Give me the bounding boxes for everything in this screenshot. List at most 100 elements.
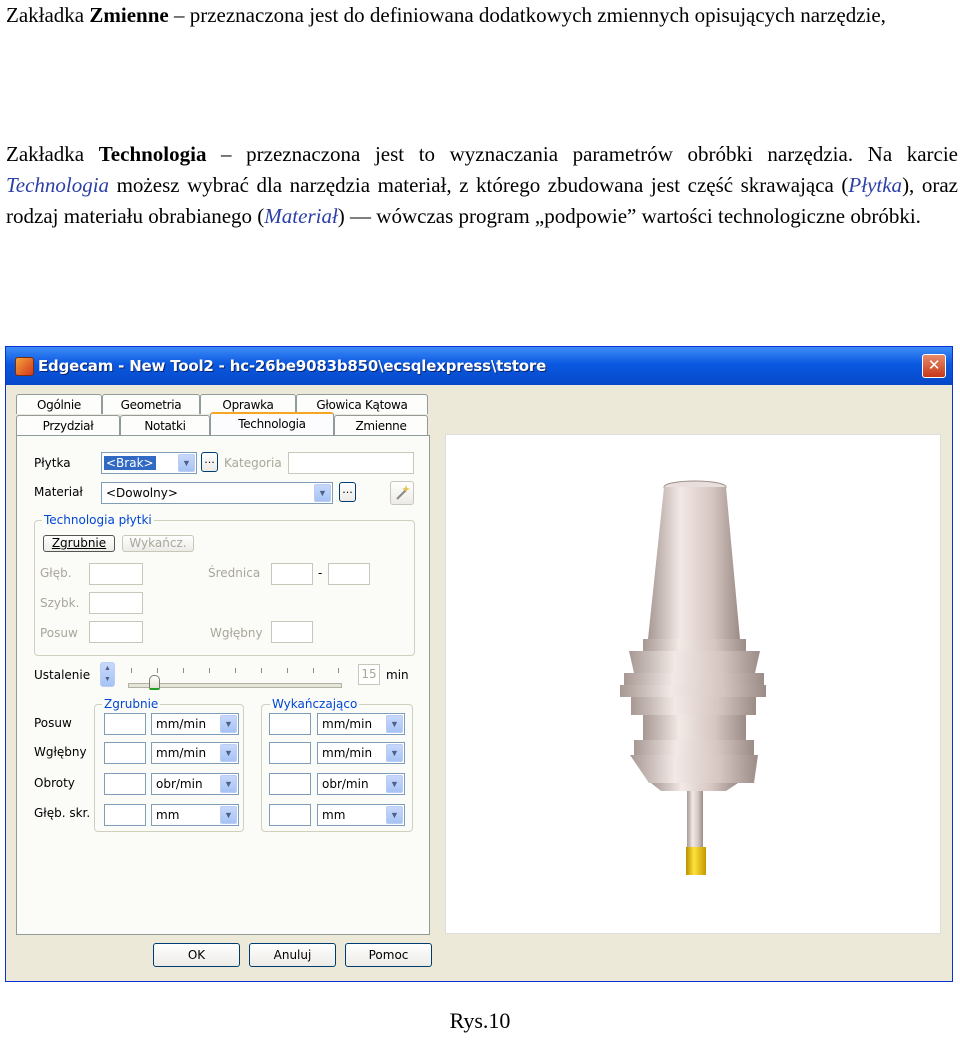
gleb-skr-wykanczajaco-unit[interactable]: mm ▼ [317, 804, 405, 826]
obroty-zgrubnie-unit[interactable]: obr/min ▼ [151, 773, 239, 795]
chevron-down-icon[interactable]: ▼ [220, 806, 237, 824]
material-browse-button[interactable]: ... [339, 482, 356, 502]
posuw-disabled-label: Posuw [40, 626, 78, 640]
help-button[interactable]: Pomoc [345, 943, 432, 967]
srednica-label: Średnica [208, 566, 261, 580]
cancel-button[interactable]: Anuluj [249, 943, 336, 967]
slider-tick [261, 668, 262, 673]
wglebny-disabled-field[interactable] [271, 621, 313, 643]
wand-icon[interactable] [390, 481, 414, 505]
chevron-down-icon[interactable]: ▼ [386, 775, 403, 793]
wglebny-wykanczajaco-field[interactable] [269, 742, 311, 764]
figure-caption: Rys.10 [449, 1008, 511, 1033]
bold-term-technologia: Technologia [98, 142, 207, 166]
gleb-skr-zgrubnie-unit[interactable]: mm ▼ [151, 804, 239, 826]
zgrubnie-button[interactable]: Zgrubnie [43, 535, 115, 552]
srednica-max-field[interactable] [328, 563, 370, 585]
kategoria-label: Kategoria [224, 456, 282, 470]
ustalenie-spinner[interactable]: ▲ ▼ [100, 662, 115, 687]
window-title: Edgecam - New Tool2 - hc-26be9083b850\ec… [38, 357, 547, 375]
material-select[interactable]: <Dowolny> ▼ [101, 482, 333, 504]
slider-tick [183, 668, 184, 673]
plytka-browse-button[interactable]: ... [201, 452, 218, 472]
wglebny-zgrubnie-unit[interactable]: mm/min ▼ [151, 742, 239, 764]
gleb-label: Głęb. [40, 566, 72, 580]
text: Zakładka [6, 3, 90, 27]
slider-tick [157, 668, 158, 673]
title-bar[interactable]: Edgecam - New Tool2 - hc-26be9083b850\ec… [6, 347, 952, 385]
srednica-min-field[interactable] [271, 563, 313, 585]
ustalenie-slider-track[interactable] [128, 683, 342, 688]
tab-zmienne[interactable]: Zmienne [334, 415, 428, 435]
obroty-wykanczajaco-unit[interactable]: obr/min ▼ [317, 773, 405, 795]
posuw-zgrubnie-unit[interactable]: mm/min ▼ [151, 713, 239, 735]
ustalenie-value-field[interactable]: 15 [358, 664, 380, 685]
slider-tick [235, 668, 236, 673]
material-label: Materiał [34, 485, 83, 499]
tab-geometria[interactable]: Geometria [102, 394, 200, 414]
obroty-wykanczajaco-field[interactable] [269, 773, 311, 795]
chevron-down-icon[interactable]: ▼ [314, 484, 331, 502]
term-plytka: Płytka [848, 173, 903, 197]
tab-technologia[interactable]: Technologia [210, 412, 334, 435]
plytka-select[interactable]: <Brak> ▼ [101, 452, 197, 474]
wglebny-wykanczajaco-unit[interactable]: mm/min ▼ [317, 742, 405, 764]
slider-tick [313, 668, 314, 673]
slider-tick [287, 668, 288, 673]
kategoria-field[interactable] [288, 452, 414, 474]
material-value: <Dowolny> [106, 486, 178, 500]
chevron-down-icon[interactable]: ▼ [220, 775, 237, 793]
chevron-down-icon[interactable]: ▼ [178, 454, 195, 472]
chevron-down-icon[interactable]: ▼ [386, 715, 403, 733]
srednica-dash: - [318, 566, 323, 580]
plytka-label: Płytka [34, 456, 71, 470]
ok-button[interactable]: OK [153, 943, 240, 967]
plytka-value: <Brak> [104, 456, 156, 470]
gleb-skr-wykanczajaco-field[interactable] [269, 804, 311, 826]
chevron-down-icon[interactable]: ▼ [386, 744, 403, 762]
gleb-field[interactable] [89, 563, 143, 585]
text: Zakładka [6, 142, 99, 166]
unit-value: obr/min [156, 777, 203, 791]
unit-value: mm/min [322, 717, 373, 731]
wykancz-button[interactable]: Wykańcz. [122, 535, 194, 552]
edgecam-app-icon [15, 357, 34, 376]
unit-value: obr/min [322, 777, 369, 791]
szybk-field[interactable] [89, 592, 143, 614]
text: – przeznaczona jest to wyznaczania param… [206, 142, 959, 166]
tool-preview[interactable] [445, 434, 941, 934]
posuw-wykanczajaco-field[interactable] [269, 713, 311, 735]
tab-przydzial[interactable]: Przydział [16, 415, 120, 435]
posuw-wykanczajaco-unit[interactable]: mm/min ▼ [317, 713, 405, 735]
paragraph-zmienne: Zakładka Zmienne – przeznaczona jest do … [6, 0, 958, 31]
obroty-zgrubnie-field[interactable] [104, 773, 146, 795]
posuw-zgrubnie-field[interactable] [104, 713, 146, 735]
chevron-down-icon[interactable]: ▼ [220, 715, 237, 733]
slider-tick [338, 668, 339, 673]
wglebny-label: Wgłębny [34, 745, 87, 759]
szybk-label: Szybk. [40, 596, 80, 610]
posuw-disabled-field[interactable] [89, 621, 143, 643]
close-icon[interactable]: ✕ [922, 354, 946, 378]
technologia-plytki-title: Technologia płytki [42, 513, 154, 527]
chevron-down-icon[interactable]: ▼ [386, 806, 403, 824]
tab-ogolnie[interactable]: Ogólnie [16, 394, 102, 414]
unit-value: mm/min [156, 746, 207, 760]
posuw-label: Posuw [34, 716, 72, 730]
tab-notatki[interactable]: Notatki [120, 415, 210, 435]
term-technologia: Technologia [6, 173, 110, 197]
slider-thumb[interactable] [149, 675, 160, 690]
ustalenie-label: Ustalenie [34, 668, 91, 682]
gleb-skr-zgrubnie-field[interactable] [104, 804, 146, 826]
text: – przeznaczona jest do definiowana dodat… [168, 3, 886, 27]
unit-value: mm [322, 808, 346, 822]
tab-oprawka[interactable]: Oprawka [200, 394, 296, 414]
tool-holder-render [620, 480, 766, 875]
unit-value: mm [156, 808, 180, 822]
slider-tick [131, 668, 132, 673]
tab-glowica-katowa[interactable]: Głowica Kątowa [296, 394, 428, 414]
slider-tick [209, 668, 210, 673]
chevron-down-icon[interactable]: ▼ [220, 744, 237, 762]
wglebny-zgrubnie-field[interactable] [104, 742, 146, 764]
unit-value: mm/min [156, 717, 207, 731]
